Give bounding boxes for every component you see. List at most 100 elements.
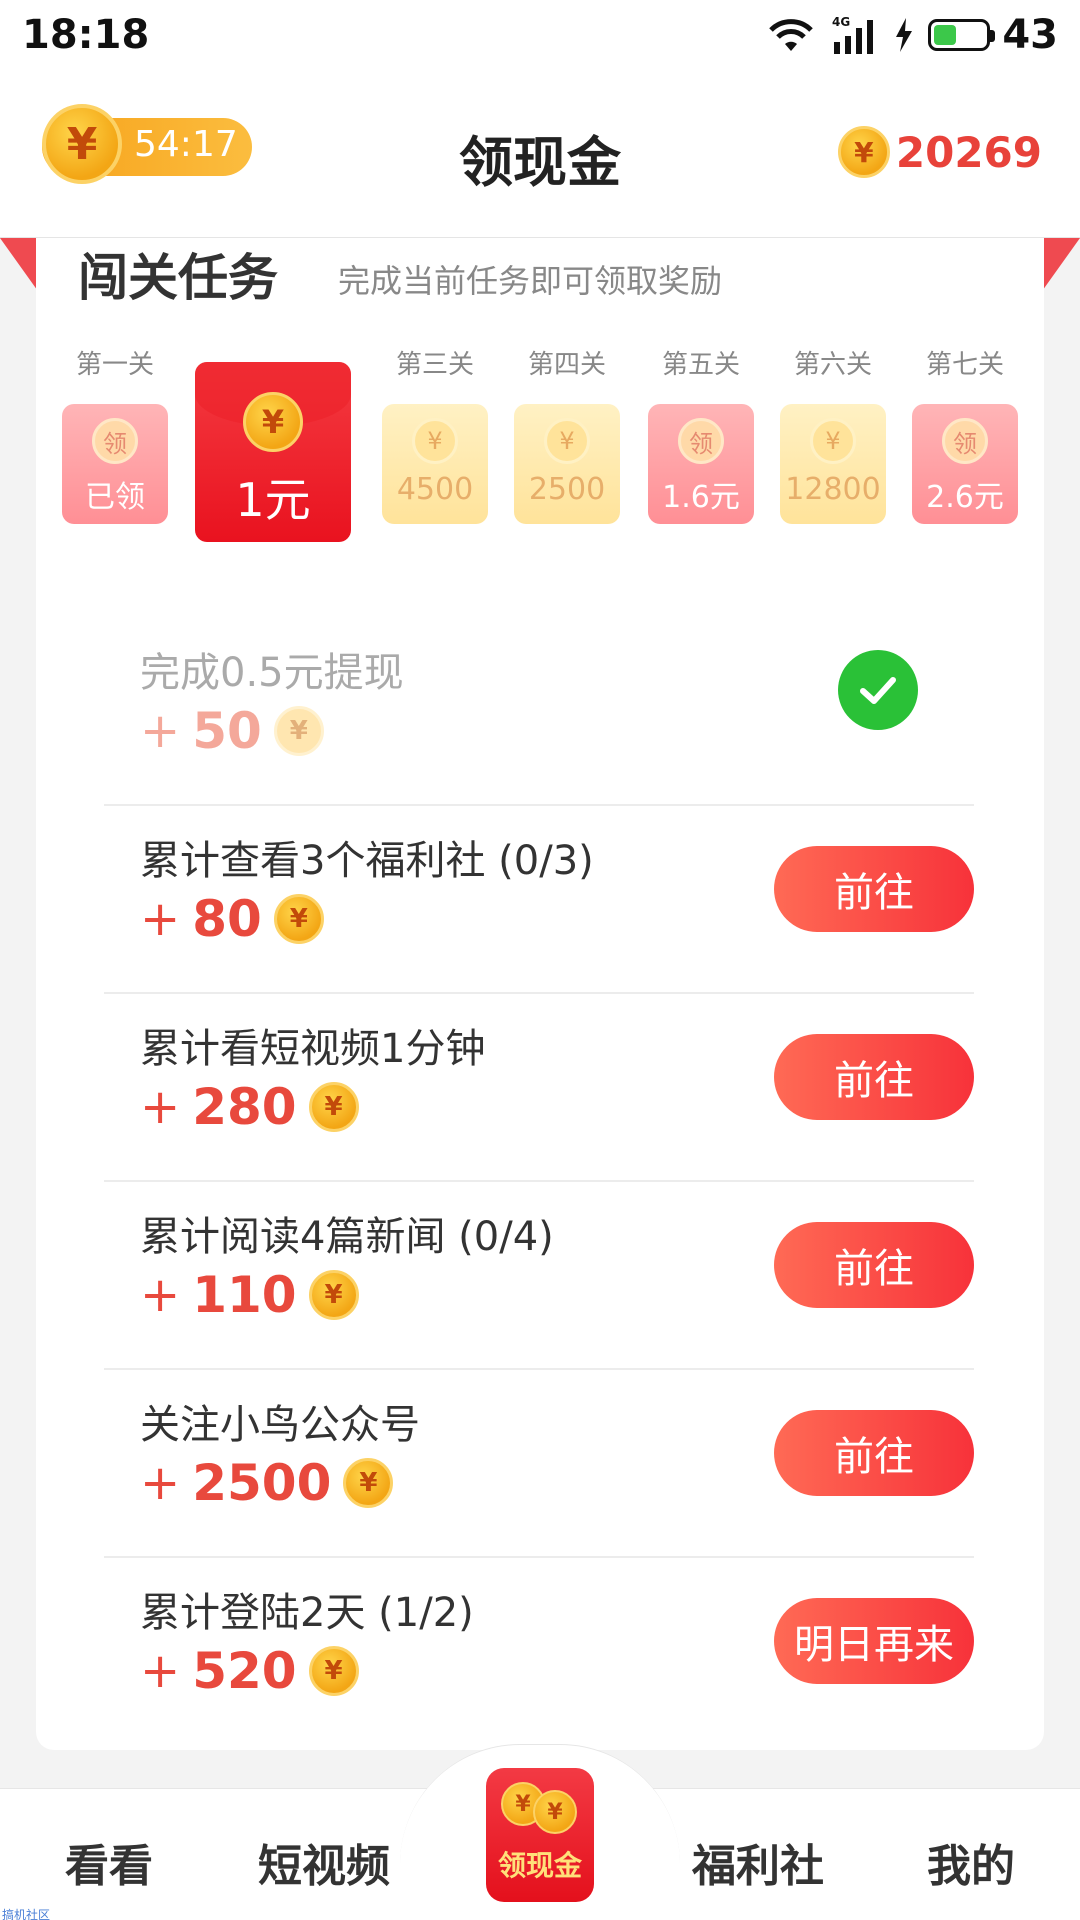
- plus-sign: +: [140, 1455, 181, 1511]
- nav-item-welfare[interactable]: 福利社: [680, 1830, 836, 1894]
- stage-value: 12800: [785, 472, 881, 507]
- app-header: ¥ 54:17 领现金 ¥ 20269: [0, 70, 1080, 238]
- task-title: 关注小鸟公众号: [140, 1402, 420, 1448]
- claim-icon: 领: [942, 418, 988, 464]
- signal-icon: 4G: [832, 15, 874, 54]
- reward-amount: 280: [192, 1078, 297, 1136]
- ribbon-decoration: [1040, 238, 1080, 294]
- task-reward: + 520 ¥: [140, 1642, 359, 1700]
- claim-icon: 领: [92, 418, 138, 464]
- stage-5[interactable]: 第五关 领 1.6元: [648, 344, 754, 534]
- red-envelope-icon: 领 已领: [62, 404, 168, 524]
- coin-icon: ¥: [810, 418, 856, 464]
- charging-icon: [896, 18, 913, 52]
- coin-icon: ¥: [273, 894, 324, 944]
- coin-icon: ¥: [544, 418, 590, 464]
- coin-icon: ¥: [308, 1270, 359, 1320]
- coins-icon: ¥ ¥: [495, 1778, 585, 1838]
- go-button[interactable]: 前往: [774, 1410, 974, 1496]
- reward-amount: 2500: [192, 1454, 332, 1512]
- task-card: 闯关任务 完成当前任务即可领取奖励 第一关 领 已领 ¥ 1元 第三关 ¥ 45…: [36, 238, 1044, 1750]
- coin-icon: ¥: [343, 1458, 394, 1508]
- gift-envelope-icon: ¥ 4500: [382, 404, 488, 524]
- go-button[interactable]: 前往: [774, 1034, 974, 1120]
- plus-sign: +: [140, 891, 181, 947]
- stage-value: 1.6元: [662, 480, 740, 515]
- task-row: 累计查看3个福利社 (0/3) + 80 ¥ 前往: [104, 806, 974, 994]
- stage-value: 已领: [85, 480, 145, 515]
- status-bar: 18:18 4G 43: [0, 0, 1080, 70]
- status-icons: 4G 43: [766, 12, 1058, 58]
- plus-sign: +: [140, 1643, 181, 1699]
- coin-icon: ¥: [837, 126, 890, 178]
- stage-7[interactable]: 第七关 领 2.6元: [912, 344, 1018, 534]
- nav-item-label: 领现金: [497, 1849, 582, 1882]
- reward-amount: 520: [192, 1642, 297, 1700]
- task-title: 累计看短视频1分钟: [140, 1026, 486, 1072]
- red-envelope-icon: 领 2.6元: [912, 404, 1018, 524]
- go-button[interactable]: 前往: [774, 846, 974, 932]
- wifi-icon: [769, 19, 814, 51]
- coin-icon: ¥: [243, 392, 303, 452]
- red-envelope-icon: 领 1.6元: [648, 404, 754, 524]
- stage-6[interactable]: 第六关 ¥ 12800: [780, 344, 886, 534]
- stage-label: 第五关: [661, 350, 740, 380]
- stage-label: 第六关: [793, 350, 872, 380]
- come-back-tomorrow-button[interactable]: 明日再来: [774, 1598, 974, 1684]
- stage-4[interactable]: 第四关 ¥ 2500: [514, 344, 620, 534]
- task-title: 累计阅读4篇新闻 (0/4): [140, 1214, 554, 1260]
- stage-value: 1元: [235, 473, 311, 527]
- battery-fill: [934, 25, 956, 45]
- stage-label: 第四关: [527, 350, 606, 380]
- status-time: 18:18: [22, 12, 150, 58]
- task-reward: + 2500 ¥: [140, 1454, 394, 1512]
- section-title: 闯关任务: [78, 249, 278, 307]
- task-reward: + 50 ¥: [140, 702, 324, 760]
- nav-item-kankan[interactable]: 看看: [44, 1830, 174, 1894]
- coin-icon: ¥: [308, 1646, 359, 1696]
- coin-balance-value: 20269: [895, 127, 1042, 177]
- task-row: 累计阅读4篇新闻 (0/4) + 110 ¥ 前往: [104, 1182, 974, 1370]
- battery-icon: [928, 19, 996, 51]
- coin-icon: ¥: [308, 1082, 359, 1132]
- stage-2-current[interactable]: ¥ 1元: [195, 362, 351, 542]
- plus-sign: +: [140, 703, 181, 759]
- coin-icon: ¥: [412, 418, 458, 464]
- gift-envelope-icon: ¥ 2500: [514, 404, 620, 524]
- plus-sign: +: [140, 1079, 181, 1135]
- section-subtitle: 完成当前任务即可领取奖励: [338, 262, 723, 300]
- ribbon-decoration: [0, 238, 40, 294]
- task-reward: + 80 ¥: [140, 890, 324, 948]
- reward-amount: 50: [192, 702, 262, 760]
- task-title: 累计查看3个福利社 (0/3): [140, 838, 594, 884]
- go-button[interactable]: 前往: [774, 1222, 974, 1308]
- stage-label: 第三关: [395, 350, 474, 380]
- claim-icon: 领: [678, 418, 724, 464]
- task-row: 关注小鸟公众号 + 2500 ¥ 前往: [104, 1370, 974, 1558]
- watermark: 搞机社区: [2, 1908, 51, 1920]
- nav-item-cash[interactable]: ¥ ¥ 领现金: [486, 1768, 594, 1902]
- plus-sign: +: [140, 1267, 181, 1323]
- task-title: 完成0.5元提现: [140, 650, 404, 696]
- stage-3[interactable]: 第三关 ¥ 4500: [382, 344, 488, 534]
- battery-indicator: 43: [928, 12, 1058, 58]
- task-row: 累计看短视频1分钟 + 280 ¥ 前往: [104, 994, 974, 1182]
- task-title: 累计登陆2天 (1/2): [140, 1590, 474, 1636]
- nav-item-mine[interactable]: 我的: [906, 1830, 1036, 1894]
- coin-balance[interactable]: ¥ 20269: [837, 126, 1042, 178]
- gift-envelope-icon: ¥ 12800: [780, 404, 886, 524]
- task-reward: + 280 ¥: [140, 1078, 359, 1136]
- coin-icon: ¥: [273, 706, 324, 756]
- stage-1[interactable]: 第一关 领 已领: [62, 344, 168, 534]
- nav-item-short-video[interactable]: 短视频: [246, 1830, 402, 1894]
- task-reward: + 110 ¥: [140, 1266, 359, 1324]
- task-row: 完成0.5元提现 + 50 ¥: [104, 618, 974, 806]
- stage-value: 2.6元: [926, 480, 1004, 515]
- checkmark-icon: [838, 650, 918, 730]
- svg-text:4G: 4G: [832, 15, 850, 29]
- stage-label: 第一关: [75, 350, 154, 380]
- stage-value: 4500: [396, 472, 474, 507]
- reward-amount: 110: [192, 1266, 297, 1324]
- battery-percent: 43: [1002, 12, 1058, 58]
- stage-value: 2500: [528, 472, 606, 507]
